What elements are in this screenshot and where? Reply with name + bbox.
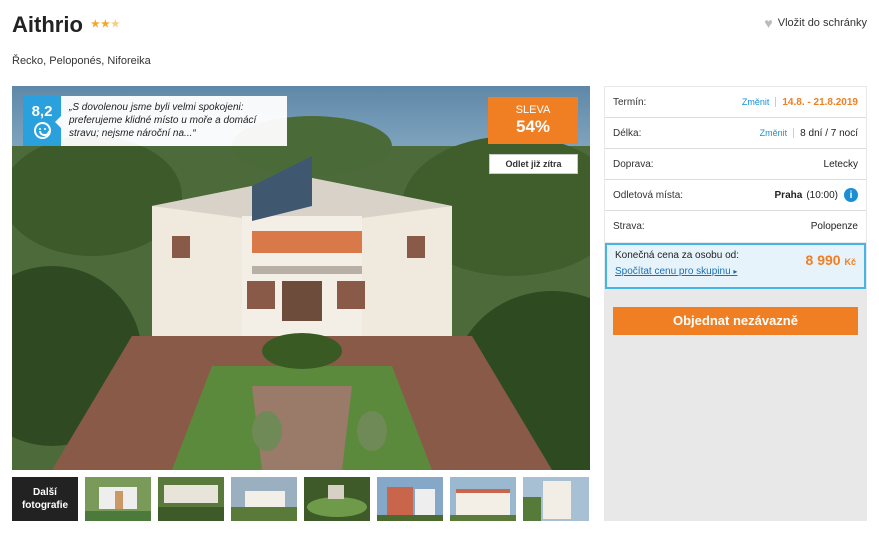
departure-city: Praha (774, 189, 803, 201)
length-label: Délka: (613, 127, 642, 139)
group-price-link-label: Spočítat cenu pro skupinu (615, 266, 731, 277)
chevron-right-icon: ▸ (733, 267, 738, 276)
price-value: 8 990 Kč (806, 252, 856, 268)
transport-row: Doprava: Letecky (605, 149, 866, 180)
rating-badge[interactable]: 8,2 „S dovolenou jsme byli velmi spokoje… (23, 96, 287, 146)
hotel-location: Řecko, Peloponés, Niforeika (12, 55, 151, 67)
discount-label: SLEVA (515, 104, 551, 116)
order-button[interactable]: Objednat nezávazně (613, 307, 858, 335)
info-icon[interactable]: i (844, 188, 858, 202)
star-rating: ★ ★ ★ (91, 20, 120, 30)
discount-value: 54% (515, 117, 551, 136)
thumbnail[interactable] (158, 477, 224, 521)
board-value: Polopenze (810, 221, 858, 232)
departure-row: Odletová místa: Praha (10:00) i (605, 180, 866, 211)
star-icon: ★ (100, 19, 110, 30)
length-value: 8 dní / 7 nocí (800, 127, 858, 139)
transport-value: Letecky (823, 158, 858, 170)
departure-badge: Odlet již zítra (489, 154, 578, 174)
term-label: Termín: (613, 96, 647, 108)
thumbnail[interactable] (377, 477, 443, 521)
heart-icon: ♥ (764, 15, 773, 31)
wishlist-label: Vložit do schránky (777, 17, 867, 29)
board-row: Strava: Polopenze (605, 211, 866, 242)
thumbnail[interactable] (85, 477, 151, 521)
star-icon: ★ (110, 19, 120, 30)
wishlist-link[interactable]: ♥ Vložit do schránky (764, 15, 867, 31)
rating-score: 8,2 (31, 103, 53, 120)
departure-time: (10:00) (806, 189, 838, 201)
group-price-link[interactable]: Spočítat cenu pro skupinu ▸ (615, 266, 737, 277)
length-row: Délka: Změnit 8 dní / 7 nocí (605, 118, 866, 149)
price-currency: Kč (844, 257, 856, 267)
length-change-link[interactable]: Změnit (760, 128, 795, 138)
thumbnail-gallery: Další fotografie (12, 477, 589, 521)
star-icon: ★ (90, 19, 100, 30)
thumbnail[interactable] (304, 477, 370, 521)
term-row: Termín: Změnit 14.8. - 21.8.2019 (605, 87, 866, 118)
thumbnail[interactable] (450, 477, 516, 521)
thumbnail[interactable] (523, 477, 589, 521)
more-photos-button[interactable]: Další fotografie (12, 477, 78, 521)
discount-badge: SLEVA 54% (488, 97, 578, 144)
board-label: Strava: (613, 221, 645, 232)
review-quote: „S dovolenou jsme byli velmi spokojeni: … (55, 96, 287, 146)
price-amount: 8 990 (805, 252, 841, 268)
booking-panel: Termín: Změnit 14.8. - 21.8.2019 Délka: … (604, 86, 867, 521)
price-box: Konečná cena za osobu od: Spočítat cenu … (605, 243, 866, 289)
term-value: 14.8. - 21.8.2019 (782, 96, 858, 108)
hotel-title: Aithrio ★ ★ ★ (12, 12, 120, 38)
term-change-link[interactable]: Změnit (742, 97, 777, 107)
smiley-icon (33, 122, 51, 139)
departure-label: Odletová místa: (613, 189, 684, 201)
thumbnail[interactable] (231, 477, 297, 521)
booking-details: Termín: Změnit 14.8. - 21.8.2019 Délka: … (605, 87, 866, 242)
transport-label: Doprava: (613, 158, 654, 170)
hotel-name: Aithrio (12, 12, 83, 37)
